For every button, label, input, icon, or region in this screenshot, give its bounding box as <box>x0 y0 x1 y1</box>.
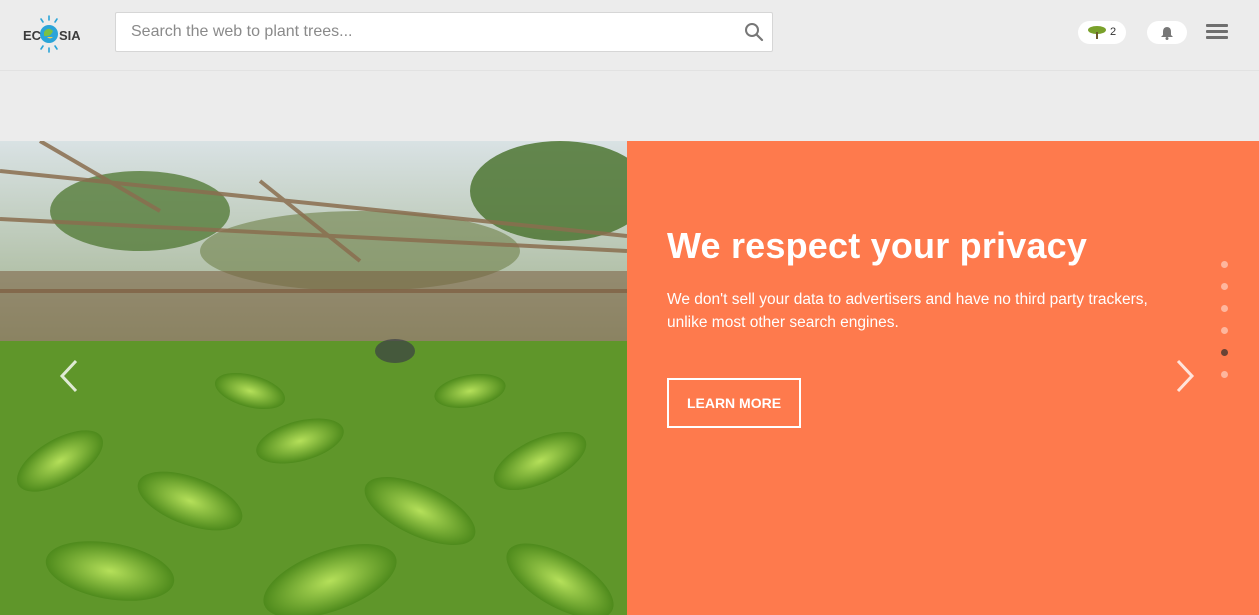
ecosia-logo[interactable]: EC SIA <box>20 14 81 54</box>
top-bar: EC SIA 2 <box>0 0 1259 71</box>
hero-description: We don't sell your data to advertisers a… <box>667 291 1148 331</box>
tree-count: 2 <box>1110 26 1117 38</box>
hero-text-panel: We respect your privacy We don't sell yo… <box>627 141 1259 615</box>
tree-icon <box>1088 26 1106 39</box>
slide-dot[interactable] <box>1221 305 1228 312</box>
logo-text-right: SIA <box>59 28 80 43</box>
learn-more-button[interactable]: LEARN MORE <box>667 378 801 428</box>
slide-dot[interactable] <box>1221 261 1228 268</box>
slide-dot[interactable] <box>1221 283 1228 290</box>
slide-dot[interactable] <box>1221 349 1228 356</box>
slide-dot[interactable] <box>1221 371 1228 378</box>
tree-counter[interactable]: 2 <box>1078 21 1126 44</box>
bell-icon <box>1161 27 1173 40</box>
next-slide-arrow[interactable] <box>1172 359 1196 393</box>
logo-text-left: EC <box>23 28 42 43</box>
menu-icon[interactable] <box>1206 24 1228 42</box>
search-box <box>115 12 773 52</box>
search-input[interactable] <box>116 13 741 51</box>
previous-slide-arrow[interactable] <box>58 359 82 393</box>
slide-dot[interactable] <box>1221 327 1228 334</box>
tree-nursery-photo <box>0 141 627 615</box>
hero-carousel: We respect your privacy We don't sell yo… <box>0 141 1259 615</box>
notifications-button[interactable] <box>1147 21 1187 44</box>
hero-headline: We respect your privacy <box>667 225 1088 266</box>
slide-indicators <box>1221 261 1229 393</box>
search-icon[interactable] <box>744 22 764 42</box>
